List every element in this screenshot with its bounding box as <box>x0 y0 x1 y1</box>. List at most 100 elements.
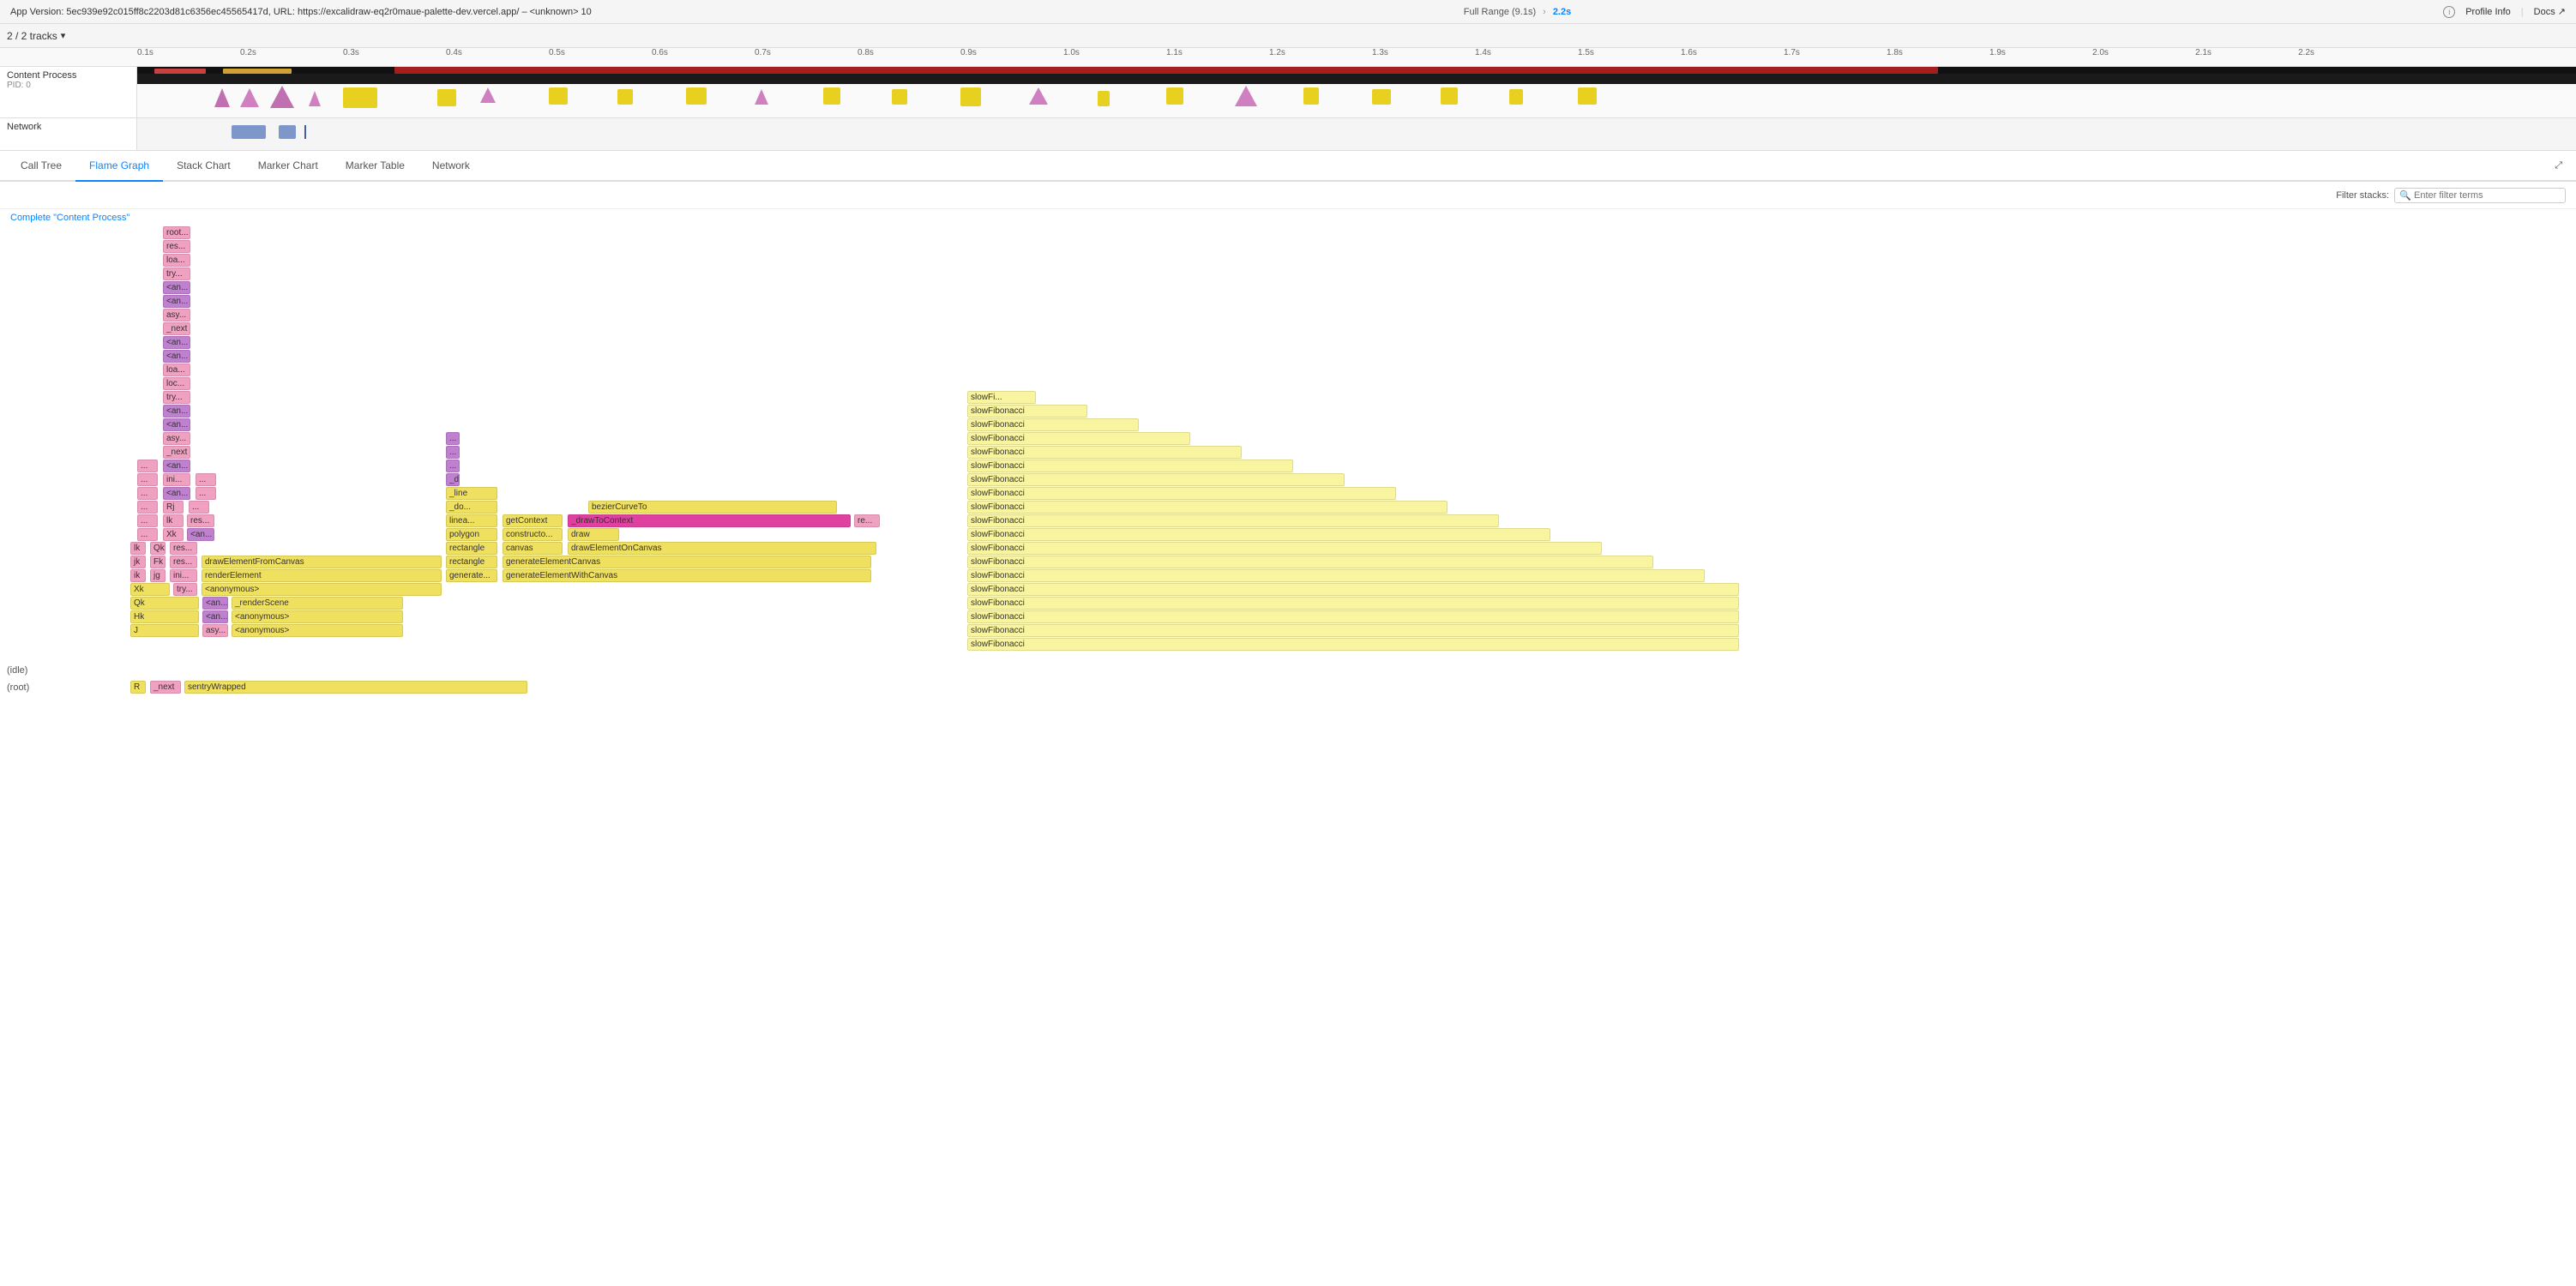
flame-block-slow-fi[interactable]: slowFi... <box>967 391 1036 404</box>
flame-block[interactable]: try... <box>163 267 190 280</box>
flame-block[interactable]: lk <box>130 542 146 555</box>
flame-block-rect1[interactable]: rectangle <box>446 542 497 555</box>
flame-block[interactable]: ... <box>189 501 209 514</box>
flame-block[interactable]: _next <box>163 322 190 335</box>
flame-block[interactable]: res... <box>187 514 214 527</box>
flame-block-slow-fib7[interactable]: slowFibonacci <box>967 487 1396 500</box>
flame-block[interactable]: <an... <box>187 528 214 541</box>
flame-block[interactable]: Rj <box>163 501 184 514</box>
flame-block-hk[interactable]: Hk <box>130 610 199 623</box>
flame-block[interactable]: loa... <box>163 364 190 376</box>
flame-block[interactable]: <an... <box>163 350 190 363</box>
flame-block[interactable]: asy... <box>202 624 228 637</box>
flame-block-draw-element[interactable]: drawElementFromCanvas <box>202 556 442 568</box>
flame-block-next[interactable]: _next <box>150 681 181 694</box>
flame-block-slow-fib5[interactable]: slowFibonacci <box>967 460 1293 472</box>
flame-block-render-scene[interactable]: _renderScene <box>232 597 403 610</box>
flame-block[interactable]: <an... <box>202 610 228 623</box>
complete-link[interactable]: Complete "Content Process" <box>0 209 2576 226</box>
flame-block[interactable]: res... <box>163 240 190 253</box>
flame-block[interactable]: ... <box>137 487 158 500</box>
flame-block[interactable]: asy... <box>163 309 190 322</box>
flame-block-gen-elem-with-canvas[interactable]: generateElementWithCanvas <box>503 569 871 582</box>
flame-block[interactable]: ... <box>446 446 460 459</box>
tab-flame-graph[interactable]: Flame Graph <box>75 151 163 182</box>
flame-block[interactable]: _line <box>446 487 497 500</box>
flame-block-bezier[interactable]: bezierCurveTo <box>588 501 837 514</box>
flame-block-slow-fib10[interactable]: slowFibonacci <box>967 528 1550 541</box>
flame-block-linea[interactable]: linea... <box>446 514 497 527</box>
flame-block[interactable]: Qk <box>150 542 166 555</box>
flame-block-slow-fib3[interactable]: slowFibonacci <box>967 432 1190 445</box>
flame-area[interactable]: root... res... loa... try... <an... <an.… <box>0 226 2576 775</box>
tab-marker-table[interactable]: Marker Table <box>332 151 418 182</box>
flame-block[interactable]: root... <box>163 226 190 239</box>
flame-block-r[interactable]: R <box>130 681 146 694</box>
flame-block-slow-fib11[interactable]: slowFibonacci <box>967 542 1602 555</box>
flame-block-rect2[interactable]: rectangle <box>446 556 497 568</box>
flame-block[interactable]: ... <box>446 460 460 472</box>
flame-block[interactable]: <an... <box>163 405 190 418</box>
tab-network[interactable]: Network <box>418 151 484 182</box>
flame-block-xk[interactable]: Xk <box>130 583 170 596</box>
flame-block-anon2[interactable]: <anonymous> <box>232 610 403 623</box>
flame-block-render-element[interactable]: renderElement <box>202 569 442 582</box>
flame-block-slow-fib6[interactable]: slowFibonacci <box>967 473 1345 486</box>
flame-block[interactable]: <an... <box>163 336 190 349</box>
flame-block[interactable]: try... <box>173 583 197 596</box>
flame-block[interactable]: ... <box>137 501 158 514</box>
flame-block[interactable]: ... <box>196 473 216 486</box>
flame-block[interactable]: res... <box>170 556 197 568</box>
flame-block[interactable]: ini... <box>163 473 190 486</box>
flame-block-sentry[interactable]: sentryWrapped <box>184 681 527 694</box>
flame-block-slow-fib13[interactable]: slowFibonacci <box>967 569 1705 582</box>
track-chevron[interactable]: ▾ <box>61 30 66 41</box>
flame-block-gen[interactable]: generate... <box>446 569 497 582</box>
flame-block[interactable]: res... <box>170 542 197 555</box>
flame-block[interactable]: <an... <box>163 418 190 431</box>
flame-block-slow-fib8[interactable]: slowFibonacci <box>967 501 1447 514</box>
flame-block[interactable]: ... <box>196 487 216 500</box>
flame-block-qk[interactable]: Qk <box>130 597 199 610</box>
flame-block[interactable]: ik <box>130 569 146 582</box>
flame-block-slow-fib18[interactable]: slowFibonacci <box>967 638 1739 651</box>
flame-block-gen-elem-canvas[interactable]: generateElementCanvas <box>503 556 871 568</box>
flame-block[interactable]: ... <box>137 473 158 486</box>
flame-block-slow-fib15[interactable]: slowFibonacci <box>967 597 1739 610</box>
flame-block[interactable]: ... <box>137 460 158 472</box>
info-icon[interactable]: i <box>2443 6 2455 18</box>
flame-block[interactable]: _do... <box>446 473 460 486</box>
flame-block-do[interactable]: _do... <box>446 501 497 514</box>
flame-block-slow-fib9[interactable]: slowFibonacci <box>967 514 1499 527</box>
flame-block-slow-fib17[interactable]: slowFibonacci <box>967 624 1739 637</box>
flame-block[interactable]: <an... <box>163 295 190 308</box>
flame-block-slow-fib1[interactable]: slowFibonacci <box>967 405 1087 418</box>
flame-block[interactable]: loa... <box>163 254 190 267</box>
docs-link[interactable]: Docs ↗ <box>2534 6 2566 17</box>
flame-block[interactable]: ... <box>137 528 158 541</box>
profile-info-link[interactable]: Profile Info <box>2465 7 2511 17</box>
flame-block[interactable]: _next <box>163 446 190 459</box>
tab-marker-chart[interactable]: Marker Chart <box>244 151 332 182</box>
flame-block-slow-fib4[interactable]: slowFibonacci <box>967 446 1242 459</box>
flame-block[interactable]: Fk <box>150 556 166 568</box>
flame-block-draw[interactable]: draw <box>568 528 619 541</box>
flame-block-slow-fib2[interactable]: slowFibonacci <box>967 418 1139 431</box>
expand-button[interactable]: ⤢ <box>2548 157 2569 175</box>
flame-block-anon[interactable]: <anonymous> <box>202 583 442 596</box>
flame-block-draw-to-context[interactable]: _drawToContext <box>568 514 851 527</box>
flame-block-slow-fib16[interactable]: slowFibonacci <box>967 610 1739 623</box>
flame-block[interactable]: jg <box>150 569 166 582</box>
flame-block[interactable]: loc... <box>163 377 190 390</box>
tab-stack-chart[interactable]: Stack Chart <box>163 151 244 182</box>
flame-block-canvas[interactable]: canvas <box>503 542 563 555</box>
flame-block[interactable]: ini... <box>170 569 197 582</box>
flame-block[interactable]: <an... <box>163 487 190 500</box>
flame-block-j[interactable]: J <box>130 624 199 637</box>
flame-block[interactable]: <an... <box>163 460 190 472</box>
flame-block-slow-fib12[interactable]: slowFibonacci <box>967 556 1653 568</box>
flame-block[interactable]: asy... <box>163 432 190 445</box>
filter-input[interactable] <box>2394 188 2566 203</box>
flame-block[interactable]: Xk <box>163 528 184 541</box>
flame-block[interactable]: lk <box>163 514 184 527</box>
